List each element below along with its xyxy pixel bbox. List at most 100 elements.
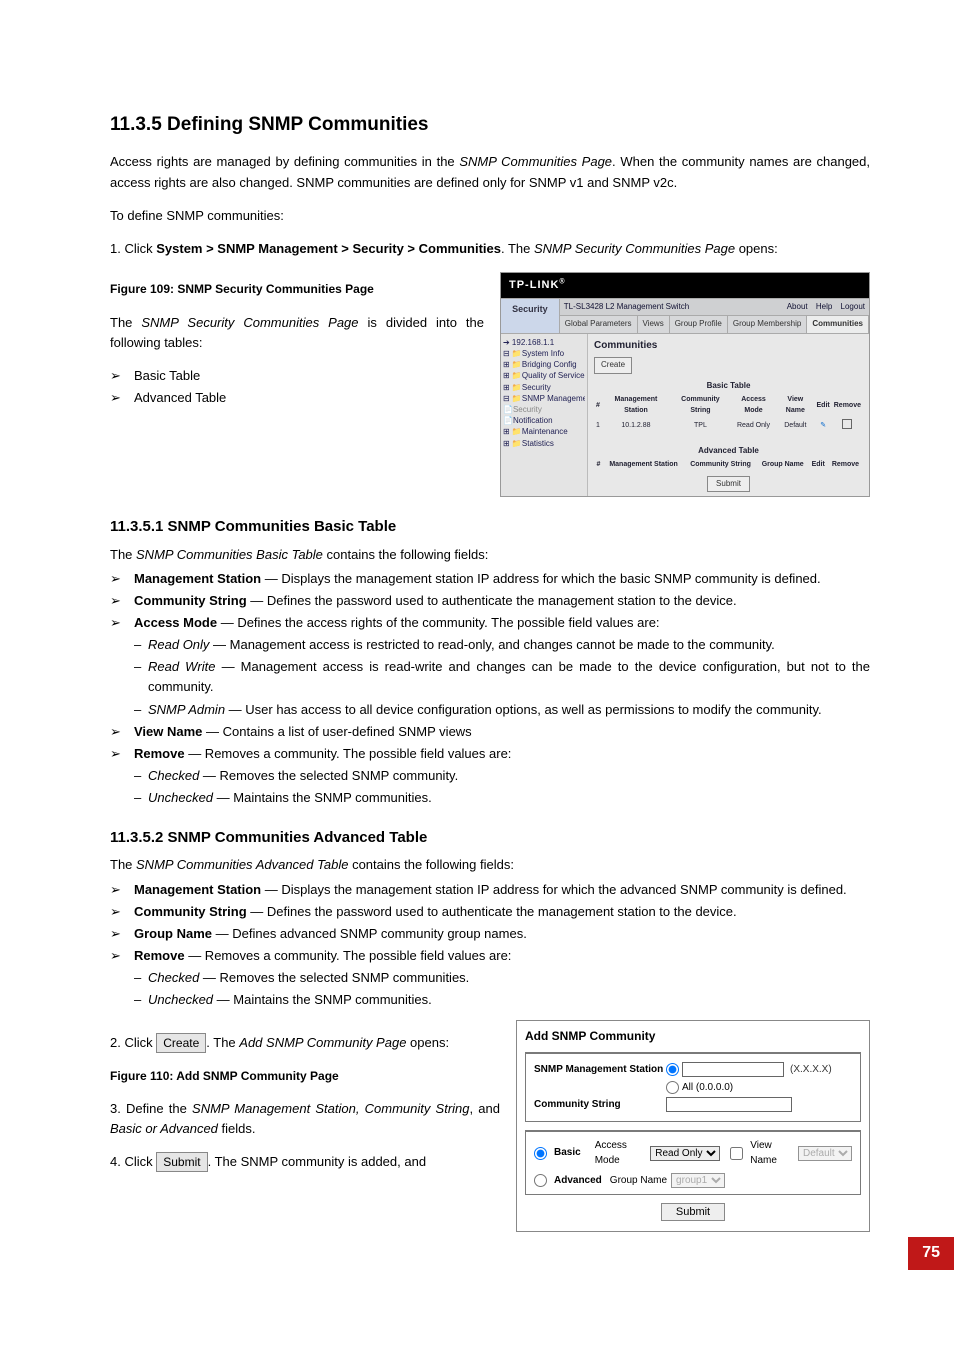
tree-node[interactable]: ⊞ 📁Bridging Config — [503, 359, 585, 370]
tab-group-membership[interactable]: Group Membership — [728, 316, 807, 332]
community-string-label: Community String — [534, 1097, 666, 1113]
mgmt-station-radio-all[interactable] — [666, 1081, 679, 1094]
dash-icon: – — [134, 657, 148, 677]
subsection-heading: 11.3.5.1 SNMP Communities Basic Table — [110, 515, 870, 538]
mgmt-station-input[interactable] — [682, 1062, 784, 1077]
create-button[interactable]: Create — [594, 357, 632, 373]
tree-node[interactable]: ⊟ 📁SNMP Management — [503, 393, 585, 404]
view-name-select: Default — [798, 1146, 852, 1161]
group-name-select: group1 — [671, 1173, 725, 1188]
view-name-checkbox[interactable] — [730, 1147, 743, 1160]
bullet-icon: ➢ — [110, 722, 134, 742]
desc: — Displays the management station IP add… — [261, 571, 821, 586]
view-name-label: View Name — [750, 1138, 794, 1169]
bullet-icon: ➢ — [110, 902, 134, 922]
desc: — User has access to all device configur… — [225, 702, 822, 717]
submit-button-inline[interactable]: Submit — [156, 1152, 207, 1172]
text: Access rights are managed by defining co… — [110, 154, 459, 169]
edit-icon[interactable]: ✎ — [820, 422, 826, 429]
step-1: 1. Click System > SNMP Management > Secu… — [110, 239, 870, 259]
list-item: Management Station — Displays the manage… — [134, 880, 870, 900]
tree-node[interactable]: ⊞ 📁Maintenance — [503, 426, 585, 437]
help-link[interactable]: Help — [816, 302, 832, 311]
create-button-inline[interactable]: Create — [156, 1033, 206, 1053]
list-item: Remove — Removes a community. The possib… — [134, 946, 870, 966]
text: 4. Click — [110, 1154, 156, 1169]
tree-node[interactable]: ⊞ 📁Security — [503, 382, 585, 393]
divided-text: The SNMP Security Communities Page is di… — [110, 313, 484, 353]
list-item: Advanced Table — [134, 388, 484, 408]
desc: — Management access is read-write and ch… — [148, 659, 870, 694]
mode-basic-radio[interactable] — [534, 1147, 547, 1160]
desc: — Defines the password used to authentic… — [247, 904, 737, 919]
tree-node[interactable]: ⊞ 📁Statistics — [503, 438, 585, 449]
bullet-icon: ➢ — [110, 388, 134, 408]
tab-communities[interactable]: Communities — [807, 316, 869, 332]
logout-link[interactable]: Logout — [841, 302, 865, 311]
cell: TPL — [670, 418, 731, 435]
community-string-input[interactable] — [666, 1097, 792, 1112]
text: SNMP Communities Basic Table — [136, 547, 323, 562]
spacer — [534, 1080, 666, 1096]
desc: — Maintains the SNMP communities. — [213, 790, 432, 805]
text: 2. Click — [110, 1035, 156, 1050]
tab-views[interactable]: Views — [638, 316, 670, 332]
desc: — Management access is restricted to rea… — [209, 637, 774, 652]
text: Basic or Advanced — [110, 1121, 218, 1136]
text: System > SNMP Management > Security > Co… — [156, 241, 501, 256]
desc: — Contains a list of user-defined SNMP v… — [202, 724, 471, 739]
table-row: 1 10.1.2.88 TPL Read Only Default ✎ — [594, 418, 863, 435]
desc: — Defines the password used to authentic… — [247, 593, 737, 608]
text: The — [110, 857, 136, 872]
text: SNMP Security Communities Page — [534, 241, 735, 256]
text: fields. — [218, 1121, 256, 1136]
bullet-icon: ➢ — [110, 744, 134, 764]
bullet-icon: ➢ — [110, 924, 134, 944]
lead-text: To define SNMP communities: — [110, 206, 870, 226]
access-mode-select[interactable]: Read Only — [650, 1146, 720, 1161]
list-item: Access Mode — Defines the access rights … — [134, 613, 870, 633]
subsection-heading: 11.3.5.2 SNMP Communities Advanced Table — [110, 826, 870, 849]
basic-table-title: Basic Table — [594, 380, 863, 392]
remove-checkbox[interactable] — [842, 419, 852, 429]
dialog-submit-button[interactable]: Submit — [661, 1203, 725, 1221]
tree-node[interactable]: ⊟ 📁System Info — [503, 348, 585, 359]
dash-icon: – — [134, 788, 148, 808]
text: . The SNMP community is added, and — [208, 1154, 426, 1169]
tree-node[interactable]: ⊞ 📁Quality of Service — [503, 370, 585, 381]
term: SNMP Admin — [148, 702, 225, 717]
tree-node[interactable]: ➔ 192.168.1.1 — [503, 337, 585, 348]
col-header: Group Name — [757, 459, 809, 472]
list-item: Community String — Defines the password … — [134, 902, 870, 922]
format-hint: (X.X.X.X) — [790, 1062, 832, 1078]
text: opens: — [406, 1035, 449, 1050]
section-label: Security — [501, 299, 560, 333]
nav-tree[interactable]: ➔ 192.168.1.1 ⊟ 📁System Info ⊞ 📁Bridging… — [501, 334, 588, 496]
tree-node[interactable]: 📄Notification — [503, 415, 585, 426]
col-header: View Name — [776, 394, 814, 418]
text: . The — [206, 1035, 239, 1050]
text: TP-LINK — [509, 279, 559, 291]
col-header: Edit — [809, 459, 828, 472]
mgmt-station-radio-ip[interactable] — [666, 1063, 679, 1076]
sub-item: Read Only — Management access is restric… — [148, 635, 870, 655]
list-item: Group Name — Defines advanced SNMP commu… — [134, 924, 870, 944]
mgmt-station-label: SNMP Management Station — [534, 1062, 666, 1078]
mode-advanced-radio[interactable] — [534, 1174, 547, 1187]
term: Read Write — [148, 659, 216, 674]
sub-item: Unchecked — Maintains the SNMP communiti… — [148, 990, 870, 1010]
submit-button[interactable]: Submit — [707, 476, 750, 492]
tab-group-profile[interactable]: Group Profile — [670, 316, 728, 332]
figure-109-caption: Figure 109: SNMP Security Communities Pa… — [110, 280, 484, 299]
text: contains the following fields: — [323, 547, 488, 562]
about-link[interactable]: About — [787, 302, 808, 311]
tab-global-parameters[interactable]: Global Parameters — [560, 316, 638, 332]
bullet-icon: ➢ — [110, 946, 134, 966]
tree-node[interactable]: 📄Security — [503, 404, 585, 415]
intro-paragraph: Access rights are managed by defining co… — [110, 152, 870, 192]
cell: Read Only — [731, 418, 776, 435]
figure-109-screenshot: TP-LINK® Security TL-SL3428 L2 Managemen… — [500, 272, 870, 497]
sub-item: Checked — Removes the selected SNMP comm… — [148, 766, 870, 786]
cell: Default — [776, 418, 814, 435]
col-header: Management Station — [602, 394, 670, 418]
